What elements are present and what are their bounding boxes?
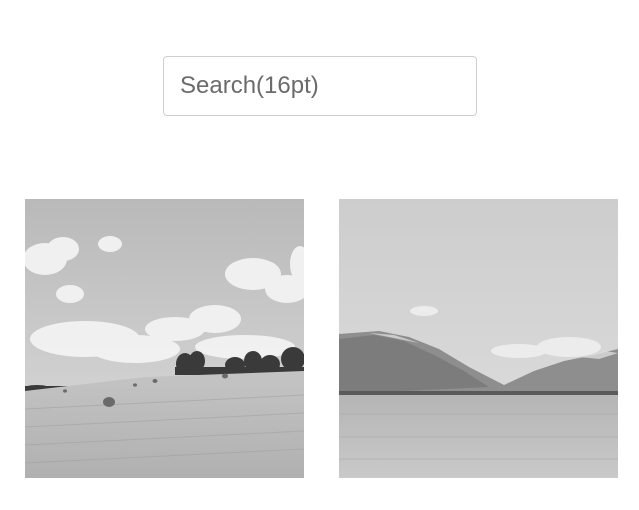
field-landscape-image (25, 199, 304, 478)
search-input[interactable] (164, 57, 476, 115)
lake-landscape-image (339, 199, 618, 478)
search-box[interactable] (163, 56, 477, 116)
lake-photo[interactable] (339, 199, 618, 478)
field-photo[interactable] (25, 199, 304, 478)
